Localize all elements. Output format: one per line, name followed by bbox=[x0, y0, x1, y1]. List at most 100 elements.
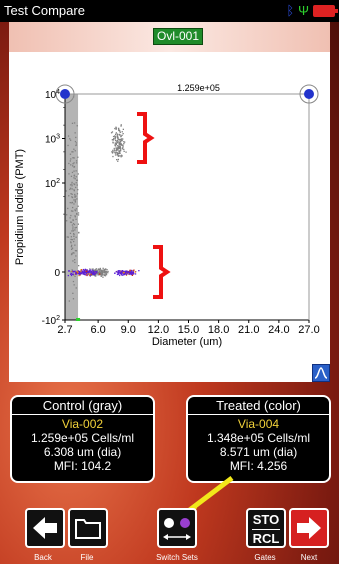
window-title: Test Compare bbox=[4, 3, 85, 18]
scatter-point bbox=[84, 271, 86, 273]
scatter-point bbox=[68, 195, 70, 197]
switch-sets-icon bbox=[163, 518, 191, 540]
scatter-point bbox=[75, 218, 77, 220]
scatter-point bbox=[100, 275, 103, 277]
gate-marker bbox=[76, 318, 81, 321]
gate-region[interactable] bbox=[65, 94, 79, 320]
scatter-point bbox=[78, 231, 80, 234]
scatter-point bbox=[107, 270, 109, 273]
switch-sets-button[interactable] bbox=[157, 508, 197, 548]
next-button[interactable] bbox=[289, 508, 329, 548]
scatter-point bbox=[105, 268, 107, 270]
treated-cells: 1.348e+05 Cells/ml bbox=[206, 431, 311, 445]
scatter-point bbox=[70, 214, 72, 217]
scatter-point bbox=[89, 275, 91, 277]
scatter-point bbox=[67, 274, 69, 277]
scatter-point bbox=[120, 124, 122, 126]
scatter-point bbox=[73, 189, 75, 191]
back-arrow-icon bbox=[33, 517, 57, 539]
recall-label: RCL bbox=[252, 531, 280, 546]
scatter-point bbox=[67, 144, 69, 147]
scatter-point bbox=[81, 273, 83, 275]
annotation-bracket bbox=[153, 245, 171, 299]
scatter-point bbox=[74, 270, 76, 272]
scatter-point bbox=[75, 162, 78, 164]
scatter-point bbox=[72, 226, 74, 228]
scatter-point bbox=[123, 143, 125, 145]
scatter-point bbox=[93, 271, 95, 273]
scatter-point bbox=[72, 260, 74, 262]
y-tick-label: 103 bbox=[45, 134, 60, 146]
scatter-point bbox=[70, 175, 73, 177]
scatter-point bbox=[70, 139, 72, 141]
scatter-point bbox=[76, 198, 78, 200]
scatter-point bbox=[73, 235, 75, 237]
scatter-point bbox=[69, 153, 72, 155]
scatter-point bbox=[65, 190, 67, 192]
scatter-point bbox=[73, 148, 75, 150]
folder-icon bbox=[75, 519, 101, 539]
scatter-plot[interactable]: 2.7 6.0 9.0 12.0 15.0 18.0 21.0 24.0 27.0 Diamete… bbox=[9, 52, 330, 382]
scatter-point bbox=[75, 255, 77, 257]
scatter-point bbox=[104, 271, 106, 273]
scatter-point bbox=[129, 269, 131, 271]
scatter-point bbox=[67, 207, 69, 210]
scatter-point bbox=[72, 298, 75, 300]
scatter-point bbox=[113, 147, 115, 150]
scatter-point bbox=[114, 142, 116, 144]
treated-dia: 8.571 um (dia) bbox=[219, 445, 298, 459]
scatter-point bbox=[74, 150, 76, 152]
scatter-point bbox=[70, 241, 72, 243]
scatter-point bbox=[119, 274, 121, 277]
scatter-point bbox=[128, 273, 131, 275]
scatter-point bbox=[119, 141, 121, 143]
scatter-point bbox=[78, 265, 80, 267]
scatter-point bbox=[76, 193, 79, 195]
scatter-point bbox=[72, 210, 74, 212]
gate-handle-dot bbox=[60, 89, 70, 99]
scatter-point bbox=[77, 189, 79, 191]
scatter-point bbox=[118, 273, 120, 275]
scatter-point bbox=[77, 156, 79, 158]
scatter-point bbox=[99, 268, 101, 270]
scatter-point bbox=[120, 270, 123, 272]
scatter-point bbox=[71, 230, 73, 232]
store-recall-button[interactable]: STO RCL bbox=[246, 508, 286, 548]
scatter-point bbox=[74, 140, 77, 143]
scatter-point bbox=[115, 133, 117, 135]
title-bar: Test Compare ᛒ Ψ bbox=[0, 0, 339, 22]
scatter-point bbox=[74, 193, 76, 196]
y-axis-label: Propidium Iodide (PMT) bbox=[14, 149, 26, 265]
scatter-point bbox=[94, 272, 97, 275]
scatter-point bbox=[112, 139, 114, 141]
scatter-point bbox=[75, 142, 77, 144]
scatter-point bbox=[75, 136, 77, 139]
scatter-point bbox=[119, 143, 121, 145]
scatter-point bbox=[118, 127, 120, 129]
scatter-point bbox=[85, 269, 88, 271]
scatter-point bbox=[114, 152, 116, 154]
control-cells: 1.259e+05 Cells/ml bbox=[30, 431, 135, 445]
scatter-point bbox=[125, 272, 127, 274]
scatter-plot-panel[interactable]: 2.7 6.0 9.0 12.0 15.0 18.0 21.0 24.0 27.0 Diamete… bbox=[9, 52, 330, 382]
sample-badge[interactable]: Ovl-001 bbox=[153, 28, 203, 45]
file-button[interactable] bbox=[68, 508, 108, 548]
scatter-point bbox=[131, 269, 133, 272]
scatter-point bbox=[66, 214, 68, 216]
scatter-point bbox=[83, 273, 85, 275]
scatter-point bbox=[71, 183, 73, 185]
scatter-point bbox=[115, 145, 117, 147]
control-via: Via-002 bbox=[61, 417, 104, 431]
scatter-point bbox=[116, 142, 118, 144]
scatter-point bbox=[96, 271, 98, 273]
scatter-point bbox=[69, 232, 72, 234]
scatter-point bbox=[115, 127, 118, 129]
next-arrow-icon bbox=[297, 517, 321, 539]
scatter-point bbox=[88, 272, 90, 274]
histogram-toggle-button[interactable] bbox=[312, 364, 330, 382]
back-button[interactable] bbox=[25, 508, 65, 548]
scatter-point bbox=[84, 274, 86, 276]
scatter-point bbox=[113, 149, 116, 151]
scatter-point bbox=[71, 196, 73, 198]
scatter-point bbox=[73, 122, 76, 124]
